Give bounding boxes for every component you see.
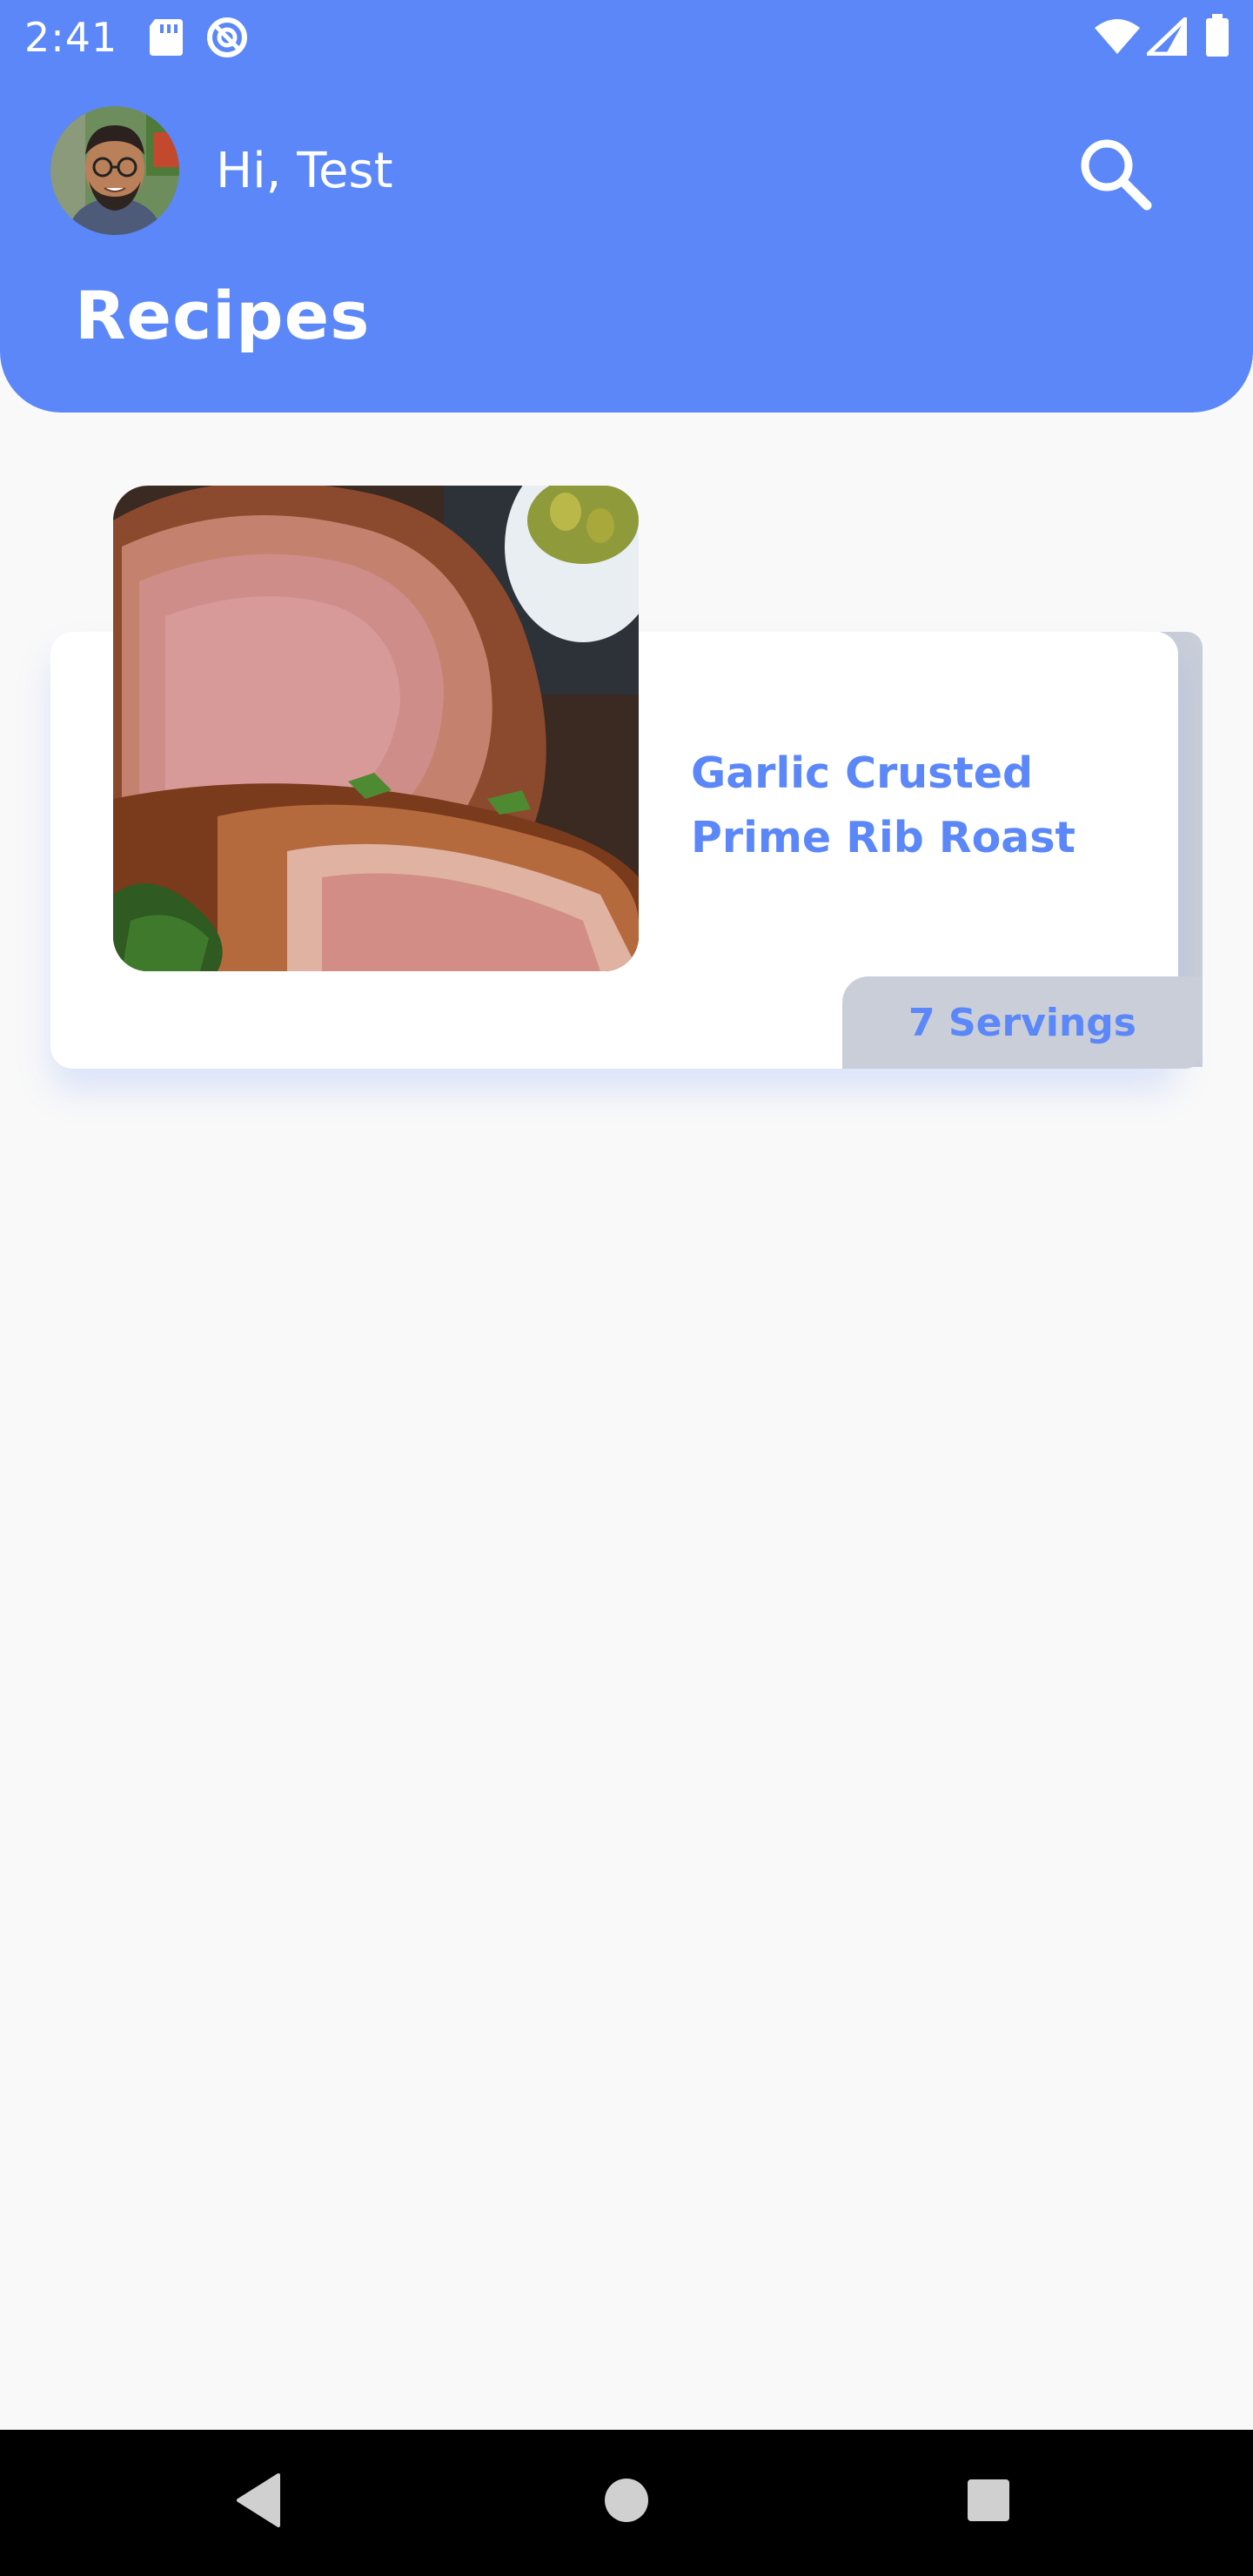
app-header: 2:41 Hi, Test Recipes — [0, 0, 1253, 413]
servings-badge: 7 Servings — [842, 976, 1203, 1069]
avatar[interactable] — [50, 106, 179, 235]
signal-icon — [1142, 14, 1188, 59]
search-icon[interactable] — [1075, 134, 1154, 216]
wifi-icon — [1093, 17, 1142, 59]
back-icon[interactable] — [231, 2470, 284, 2534]
sync-icon — [205, 16, 249, 63]
system-nav-bar — [0, 2430, 1253, 2576]
recents-icon[interactable] — [962, 2470, 1015, 2534]
recipe-image[interactable] — [113, 486, 639, 971]
sd-card-icon — [146, 16, 184, 61]
recipe-title[interactable]: Garlic Crusted Prime Rib Roast — [691, 741, 1161, 870]
greeting-text: Hi, Test — [216, 143, 393, 199]
home-icon[interactable] — [600, 2470, 653, 2534]
page-title: Recipes — [75, 277, 371, 354]
servings-text: 7 Servings — [908, 1000, 1136, 1045]
status-bar: 2:41 — [0, 0, 1253, 73]
status-time: 2:41 — [24, 14, 118, 61]
battery-icon — [1204, 14, 1230, 61]
recipes-screen: 2:41 Hi, Test Recipes Garlic Crusted Pri… — [0, 0, 1253, 2576]
